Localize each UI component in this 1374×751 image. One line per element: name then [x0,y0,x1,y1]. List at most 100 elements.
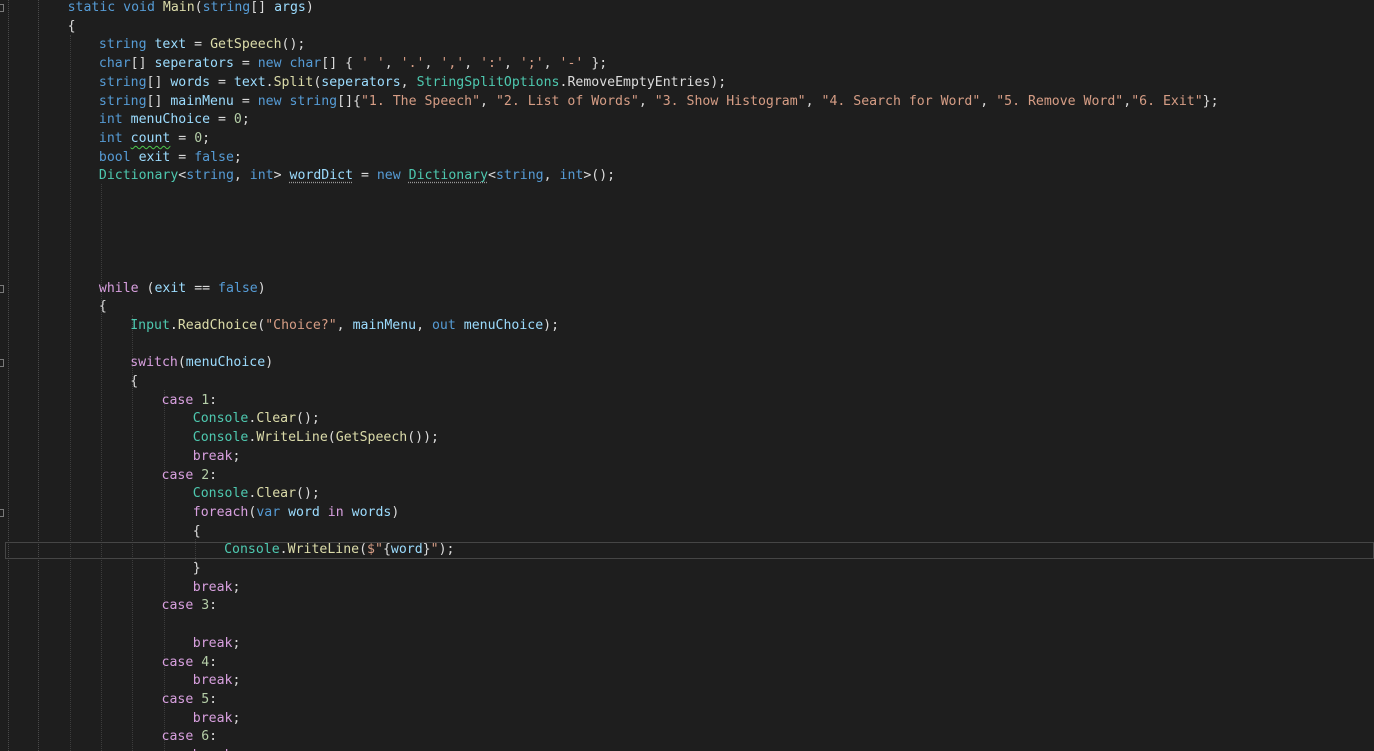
code-token: = [170,149,195,165]
code-text: string[] words = text.Split(seperators, … [99,74,726,93]
code-line[interactable]: case 2: [0,467,1374,486]
code-line[interactable]: } [0,560,1374,579]
code-token: 6 [201,729,210,745]
code-line[interactable]: case 5: [0,691,1374,710]
code-text: Console.Clear(); [193,410,320,429]
code-line[interactable]: string text = GetSpeech(); [0,36,1374,55]
code-text: } [193,560,201,579]
code-token: "1. The Speech" [360,93,481,109]
code-line[interactable]: { [0,523,1374,542]
code-token: , [233,168,250,184]
code-token: break [192,448,233,464]
code-token: Dictionary [408,168,489,184]
code-line[interactable]: int menuChoice = 0; [0,111,1374,130]
code-token: break [192,579,233,595]
code-token: seperators [321,74,401,90]
code-line[interactable]: { [0,298,1374,317]
code-token: bool [98,149,139,165]
code-line[interactable]: switch(menuChoice) [0,354,1374,373]
code-token: = [233,56,258,72]
code-token: "5. Remove Word" [996,93,1124,109]
code-token: case [161,392,202,408]
code-line[interactable]: case 3: [0,597,1374,616]
code-token: break [192,635,233,651]
code-line[interactable]: break; [0,579,1374,598]
code-line[interactable]: break; [0,635,1374,654]
code-line[interactable]: Console.WriteLine(GetSpeech()); [0,429,1374,448]
code-token: ; [232,448,241,464]
code-text: Input.ReadChoice("Choice?", mainMenu, ou… [130,317,559,336]
code-token: RemoveEmptyEntries [567,74,711,90]
code-token: ':' [480,56,504,72]
code-token: ; [202,130,211,146]
code-line[interactable] [0,336,1374,355]
code-token: exit [138,149,171,165]
code-line[interactable]: Console.WriteLine($"{word}"); [0,541,1374,560]
code-line[interactable] [0,223,1374,242]
code-token: , [980,93,997,109]
code-line[interactable]: break; [0,672,1374,691]
code-token: exit [154,280,187,296]
code-line[interactable]: case 4: [0,654,1374,673]
code-token: WriteLine [287,542,360,558]
code-line[interactable] [0,261,1374,280]
code-line[interactable]: Dictionary<string, int> wordDict = new D… [0,167,1374,186]
code-line[interactable]: char[] seperators = new char[] { ' ', '.… [0,55,1374,74]
code-line[interactable]: break; [0,448,1374,467]
code-token: ; [241,112,250,128]
code-token: 1 [201,392,210,408]
code-line[interactable]: break; [0,747,1374,751]
code-line[interactable]: static void Main(string[] args) [0,0,1374,18]
code-line[interactable]: foreach(var word in words) [0,504,1374,523]
code-token: }; [1202,93,1219,109]
code-token: GetSpeech [335,430,408,446]
code-text: string text = GetSpeech(); [99,36,305,55]
code-line[interactable] [0,186,1374,205]
code-token: ; [232,710,241,726]
code-line[interactable]: case 1: [0,392,1374,411]
code-token: case [161,691,202,707]
code-token: Clear [256,411,297,427]
code-token: string [289,93,338,109]
code-token: (); [296,411,320,427]
code-line[interactable]: int count = 0; [0,130,1374,149]
code-line[interactable]: case 6: [0,728,1374,747]
code-line[interactable]: break; [0,710,1374,729]
code-token: int [559,168,584,184]
code-line[interactable]: string[] words = text.Split(seperators, … [0,74,1374,93]
code-token: ReadChoice [177,317,258,333]
code-token: , [384,56,401,72]
code-token: 5 [201,691,210,707]
code-line[interactable]: { [0,373,1374,392]
code-line[interactable]: Console.Clear(); [0,485,1374,504]
code-line[interactable] [0,616,1374,635]
code-line[interactable] [0,242,1374,261]
code-line[interactable]: while (exit == false) [0,280,1374,299]
code-token: { [98,299,107,315]
code-text: Console.WriteLine(GetSpeech()); [193,429,439,448]
code-line[interactable]: bool exit = false; [0,149,1374,168]
code-text: int count = 0; [99,130,210,149]
code-token: , [503,56,520,72]
code-token: ) [257,280,266,296]
code-token: '.' [400,56,425,72]
code-line[interactable]: { [0,18,1374,37]
code-token: foreach [192,504,249,520]
code-token: Main [162,0,195,15]
code-line[interactable]: string[] mainMenu = new string[]{"1. The… [0,93,1374,112]
code-token: out [431,317,464,333]
code-token: . [169,317,178,333]
code-token: " [430,542,439,558]
code-token: Dictionary [98,168,179,184]
code-token: { [382,542,391,558]
code-line[interactable]: Console.Clear(); [0,410,1374,429]
code-token: (); [296,486,320,502]
code-token: wordDict [289,168,354,184]
code-text: case 5: [162,691,218,710]
code-editor[interactable]: static void Main(string[] args){string t… [0,0,1374,751]
code-text: int menuChoice = 0; [99,111,250,130]
code-text: Console.WriteLine($"{word}"); [224,541,454,560]
code-line[interactable]: Input.ReadChoice("Choice?", mainMenu, ou… [0,317,1374,336]
code-token: false [194,149,234,165]
code-line[interactable] [0,205,1374,224]
